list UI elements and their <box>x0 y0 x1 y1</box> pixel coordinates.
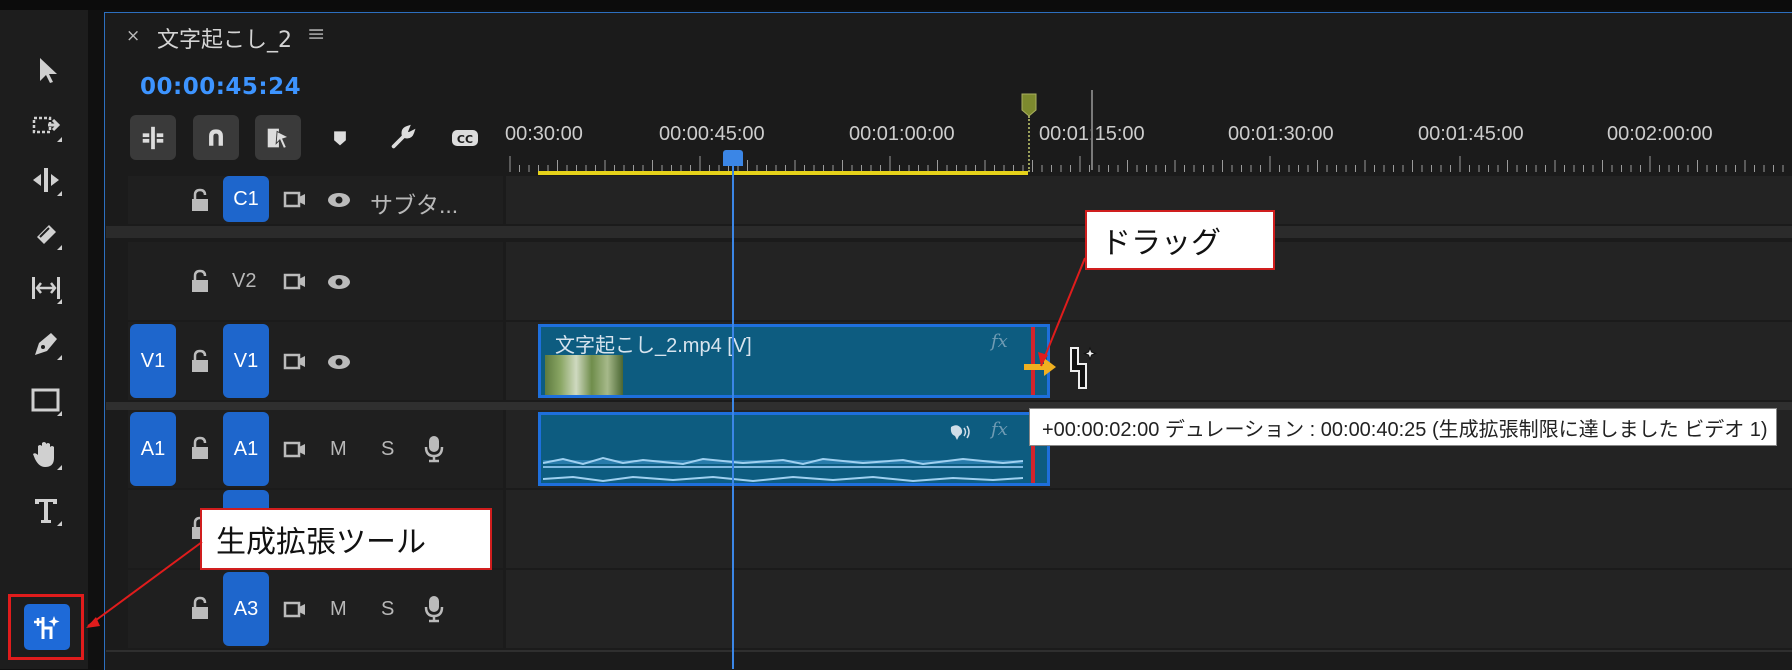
top-strip <box>0 0 1792 10</box>
eye-icon[interactable] <box>326 190 352 210</box>
ruler-label: 00:30:00 <box>505 123 583 145</box>
source-patch-v1[interactable]: V1 <box>130 324 176 398</box>
timeline-settings-button[interactable] <box>384 120 420 156</box>
selection-tool[interactable] <box>22 46 70 94</box>
hand-tool[interactable] <box>22 430 70 478</box>
ruler-label: 00:01:45:00 <box>1418 123 1524 145</box>
playhead-handle[interactable] <box>723 150 743 166</box>
drag-arrow-icon <box>1024 358 1056 376</box>
ruler-label: 00:00:45:00 <box>659 123 765 145</box>
fx-badge: fx <box>991 331 1008 352</box>
type-tool[interactable] <box>22 486 70 534</box>
sequence-marker-icon[interactable] <box>1020 92 1038 118</box>
solo-button[interactable]: S <box>381 598 394 621</box>
cc-icon: CC <box>452 130 478 146</box>
tool-highlight-box <box>8 594 84 660</box>
lock-icon[interactable] <box>188 596 212 622</box>
track-header-v1 <box>128 322 503 400</box>
track-divider <box>106 226 1792 238</box>
generative-extend-cursor-icon <box>1070 346 1097 389</box>
playhead-timecode[interactable]: 00:00:45:24 <box>140 74 301 100</box>
lock-icon[interactable] <box>188 188 212 214</box>
eye-icon[interactable] <box>326 352 352 372</box>
speech-icon <box>950 425 970 440</box>
eye-icon[interactable] <box>326 272 352 292</box>
sync-lock-icon[interactable] <box>282 438 308 460</box>
tool-callout: 生成拡張ツール <box>200 508 492 570</box>
sync-lock-icon[interactable] <box>282 350 308 372</box>
mute-button[interactable]: M <box>330 438 347 461</box>
snap-button[interactable] <box>193 115 239 160</box>
pen-tool[interactable] <box>22 320 70 368</box>
source-patch-a1[interactable]: A1 <box>130 412 176 486</box>
wrench-icon <box>391 124 416 149</box>
marker-icon <box>334 131 346 146</box>
microphone-icon[interactable] <box>422 594 446 624</box>
sync-lock-icon[interactable] <box>282 188 308 210</box>
drag-callout: ドラッグ <box>1085 210 1275 270</box>
clip-thumbnail <box>545 355 623 395</box>
arrow-icon <box>40 58 57 83</box>
track-select-tool[interactable] <box>22 102 70 150</box>
magnet-icon <box>209 128 223 146</box>
track-target-c1[interactable]: C1 <box>223 176 269 222</box>
track-target-a3[interactable]: A3 <box>223 572 269 646</box>
insert-nest-button[interactable] <box>130 115 176 160</box>
track-area-a3 <box>506 570 1792 648</box>
panel-menu-icon[interactable]: ≡ <box>307 22 325 47</box>
microphone-icon[interactable] <box>422 434 446 464</box>
linked-selection-button[interactable] <box>255 115 301 160</box>
trim-tooltip: +00:00:02:00 デュレーション : 00:00:40:25 (生成拡張… <box>1029 408 1777 446</box>
nest-icon <box>142 126 164 149</box>
ripple-edit-tool[interactable] <box>22 156 70 204</box>
video-clip[interactable]: 文字起こし_2.mp4 [V] fx <box>538 324 1050 398</box>
track-target-a1[interactable]: A1 <box>223 412 269 486</box>
sync-lock-icon[interactable] <box>282 598 308 620</box>
add-marker-button[interactable] <box>322 120 358 156</box>
work-area-bar[interactable] <box>538 171 1028 175</box>
track-target-v1[interactable]: V1 <box>223 324 269 398</box>
track-area-a2 <box>506 490 1792 568</box>
lock-icon[interactable] <box>188 269 212 295</box>
sequence-tab-title[interactable]: 文字起こし_2 <box>157 22 292 54</box>
ruler-label: 00:01:30:00 <box>1228 123 1334 145</box>
tools-panel <box>0 10 88 669</box>
track-header-v2 <box>128 242 503 320</box>
close-tab-icon[interactable]: × <box>126 26 140 46</box>
edit-point-line <box>1091 90 1093 170</box>
track-header-a3 <box>128 570 503 648</box>
audio-waveform <box>543 456 1023 483</box>
track-divider <box>106 650 1792 652</box>
razor-tool[interactable] <box>22 210 70 258</box>
playhead-line[interactable] <box>732 160 734 669</box>
sync-lock-icon[interactable] <box>282 270 308 292</box>
clip-title: 文字起こし_2.mp4 [V] <box>555 335 752 357</box>
track-header-a1 <box>128 410 503 488</box>
mute-button[interactable]: M <box>330 598 347 621</box>
ruler-label: 00:01:00:00 <box>849 123 955 145</box>
track-name-c1: サブタ... <box>370 192 459 218</box>
linked-icon <box>267 128 290 149</box>
audio-clip[interactable]: fx <box>538 412 1050 486</box>
slip-tool[interactable] <box>22 264 70 312</box>
track-target-v2[interactable]: V2 <box>232 270 256 293</box>
ruler-label: 00:02:00:00 <box>1607 123 1713 145</box>
solo-button[interactable]: S <box>381 438 394 461</box>
fx-badge: fx <box>991 419 1008 440</box>
rectangle-tool[interactable] <box>22 376 70 424</box>
lock-icon[interactable] <box>188 436 212 462</box>
captions-button[interactable]: CC <box>447 120 483 156</box>
lock-icon[interactable] <box>188 349 212 375</box>
svg-text:CC: CC <box>457 133 473 146</box>
marker-line <box>1028 116 1032 172</box>
